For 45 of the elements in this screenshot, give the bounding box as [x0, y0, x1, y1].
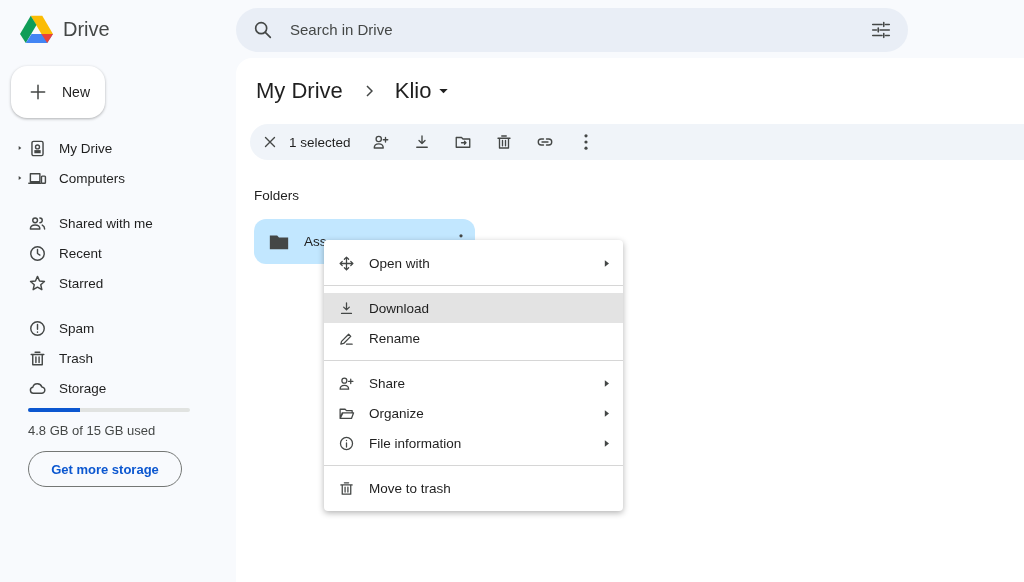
sidebar-item[interactable]: Starred: [0, 268, 236, 298]
selection-count: 1 selected: [289, 134, 351, 150]
breadcrumb-item[interactable]: My Drive: [254, 74, 345, 108]
sidebar-item[interactable]: Recent: [0, 238, 236, 268]
submenu-arrow-icon: [604, 258, 609, 268]
trash-icon: [28, 348, 47, 368]
menu-item[interactable]: Open with: [324, 248, 623, 278]
menu-item[interactable]: Share: [324, 368, 623, 398]
chevron-icon: [364, 85, 373, 97]
sidebar-item[interactable]: Shared with me: [0, 208, 236, 238]
submenu-arrow-icon: [604, 408, 609, 418]
menu-item[interactable]: Download: [324, 293, 623, 323]
sidebar-item[interactable]: Computers: [0, 163, 236, 193]
menu-item[interactable]: Move to trash: [324, 473, 623, 503]
alert-icon: [28, 318, 47, 338]
dropdown-arrow-icon: [439, 88, 449, 94]
search-input[interactable]: Search in Drive: [288, 20, 592, 39]
trash-icon: [494, 133, 513, 151]
breadcrumb-item[interactable]: Klio: [392, 74, 451, 108]
menu-item[interactable]: Rename: [324, 323, 623, 353]
drive-logo-icon: [20, 15, 53, 43]
info-icon: [338, 434, 355, 452]
download-icon: [338, 299, 355, 317]
sidebar-item[interactable]: My Drive: [0, 133, 236, 163]
trash-icon: [338, 479, 355, 497]
star-icon: [28, 273, 47, 293]
sidebar-item[interactable]: Spam: [0, 313, 236, 343]
menu-item[interactable]: File information: [324, 428, 623, 458]
more-icon: [583, 134, 588, 150]
menu-item[interactable]: Organize: [324, 398, 623, 428]
drive-icon: [28, 138, 47, 158]
storage-usage: 4.8 GB of 15 GB used: [28, 423, 157, 438]
expand-arrow-icon[interactable]: [18, 175, 22, 181]
new-button[interactable]: New: [11, 66, 105, 118]
add-person-icon: [371, 133, 390, 151]
plus-icon: [28, 82, 48, 102]
submenu-arrow-icon: [604, 438, 609, 448]
sidebar-item[interactable]: Storage: [0, 373, 236, 403]
clock-icon: [28, 243, 47, 263]
app-name: Drive: [63, 17, 110, 41]
move-arrows-icon: [338, 254, 355, 272]
sidebar-item[interactable]: Trash: [0, 343, 236, 373]
submenu-arrow-icon: [604, 378, 609, 388]
section-title: Folders: [254, 188, 300, 203]
expand-arrow-icon[interactable]: [18, 145, 22, 151]
